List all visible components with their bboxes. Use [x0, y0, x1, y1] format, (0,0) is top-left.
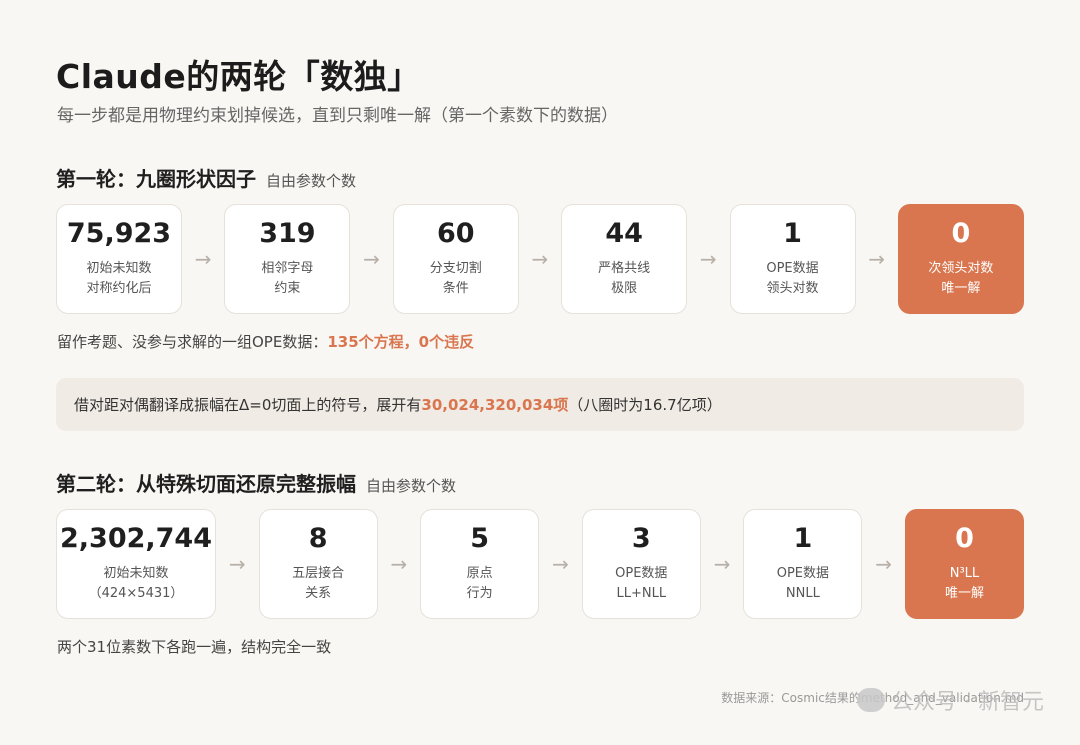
round2-flow: 2,302,744 初始未知数 （424×5431） → 8 五层接合 关系 →… [56, 509, 1024, 619]
step-label-1: 分支切割 [429, 260, 482, 276]
round2-step-4: 3 OPE数据 LL+NLL [581, 509, 701, 619]
round1-param-note: 自由参数个数 [266, 172, 357, 190]
watermark-text: 公众号 · 新智元 [891, 690, 1044, 715]
round2-step-2: 8 五层接合 关系 [258, 509, 378, 619]
step-label-2: 唯一解 [941, 280, 981, 296]
step-label-1: OPE数据 [766, 260, 819, 276]
step-value: 60 [436, 217, 475, 249]
step-label-1: 初始未知数 [103, 565, 169, 581]
callout-text-pre: 借对距对偶翻译成振幅在Δ=0切面上的符号，展开有 [74, 396, 422, 414]
step-value: 1 [783, 217, 802, 249]
round2-step-final: 0 N³LL 唯一解 [904, 509, 1024, 619]
step-label-1: 相邻字母 [261, 260, 314, 276]
step-value: 8 [308, 522, 328, 554]
step-label-2: NNLL [785, 585, 820, 601]
callout-text-post: （八圈时为16.7亿项） [568, 396, 722, 414]
step-value: 3 [631, 522, 651, 554]
arrow-icon: → [868, 247, 886, 271]
callout-box: 借对距对偶翻译成振幅在Δ=0切面上的符号，展开有 30,024,320,034项（… [56, 378, 1024, 431]
step-label-2: 对称约化后 [86, 280, 152, 296]
step-value: 0 [951, 217, 971, 249]
arrow-icon: → [875, 552, 893, 576]
step-label-1: N³LL [949, 565, 980, 581]
step-value: 0 [955, 522, 974, 554]
round1-step-4: 44 严格共线 极限 [561, 204, 688, 314]
round1-footnote: 留作考题、没参与求解的一组OPE数据：135个方程，0个违反 [57, 331, 474, 352]
round1-flow: 75,923 初始未知数 对称约化后 → 319 相邻字母 约束 → 60 分支… [56, 204, 1024, 314]
step-label-2: 条件 [442, 280, 469, 296]
step-label-2: LL+NLL [616, 585, 667, 601]
step-value: 2,302,744 [59, 522, 213, 554]
round2-title: 第二轮：从特殊切面还原完整振幅 [56, 472, 356, 496]
round2-param-note: 自由参数个数 [366, 477, 457, 495]
step-label-1: 严格共线 [598, 260, 651, 276]
step-label-2: 行为 [466, 585, 493, 601]
watermark: 公众号 · 新智元 [857, 684, 1044, 716]
round1-heading: 第一轮：九圈形状因子 自由参数个数 [56, 163, 356, 192]
arrow-icon: → [363, 247, 380, 271]
arrow-icon: → [228, 552, 246, 576]
step-value: 319 [259, 217, 316, 249]
step-label-1: 原点 [466, 565, 493, 581]
arrow-icon: → [699, 247, 717, 271]
round1-title: 第一轮：九圈形状因子 [56, 167, 256, 191]
round2-footnote: 两个31位素数下各跑一遍，结构完全一致 [57, 638, 332, 656]
page-title: Claude的两轮「数独」 [56, 57, 421, 96]
step-label-2: 领头对数 [766, 280, 819, 296]
round2-heading: 第二轮：从特殊切面还原完整振幅 自由参数个数 [56, 468, 456, 497]
step-label-1: 次领头对数 [928, 260, 994, 276]
step-label-2: 关系 [305, 585, 332, 601]
step-label-1: 初始未知数 [86, 260, 152, 276]
wechat-icon [857, 688, 886, 712]
round1-footnote-text: 留作考题、没参与求解的一组OPE数据： [57, 333, 328, 351]
round1-step-5: 1 OPE数据 领头对数 [729, 204, 856, 314]
step-label-1: OPE数据 [615, 565, 668, 581]
step-label-2: 唯一解 [944, 585, 984, 601]
arrow-icon: → [194, 247, 212, 271]
arrow-icon: → [390, 552, 408, 576]
round1-footnote-accent: 135个方程，0个违反 [327, 333, 475, 351]
callout-accent: 30,024,320,034项 [421, 396, 569, 414]
round2-step-1: 2,302,744 初始未知数 （424×5431） [56, 509, 216, 619]
step-label-1: 五层接合 [292, 565, 345, 581]
step-label-2: （424×5431） [88, 585, 184, 601]
step-value: 1 [793, 522, 813, 554]
step-value: 5 [470, 522, 490, 554]
arrow-icon: → [552, 552, 569, 576]
step-label-2: 极限 [611, 280, 638, 296]
step-value: 44 [605, 217, 643, 249]
arrow-icon: → [713, 552, 731, 576]
page-subtitle: 每一步都是用物理约束划掉候选，直到只剩唯一解（第一个素数下的数据） [57, 106, 618, 126]
round2-step-5: 1 OPE数据 NNLL [743, 509, 863, 619]
step-label-2: 约束 [274, 280, 301, 296]
round2-step-3: 5 原点 行为 [420, 509, 540, 619]
round1-step-final: 0 次领头对数 唯一解 [897, 204, 1024, 314]
arrow-icon: → [531, 247, 549, 271]
step-value: 75,923 [66, 217, 172, 249]
round1-step-1: 75,923 初始未知数 对称约化后 [56, 204, 182, 314]
round1-step-2: 319 相邻字母 约束 [224, 204, 351, 314]
step-label-1: OPE数据 [776, 565, 830, 581]
round1-step-3: 60 分支切割 条件 [392, 204, 519, 314]
